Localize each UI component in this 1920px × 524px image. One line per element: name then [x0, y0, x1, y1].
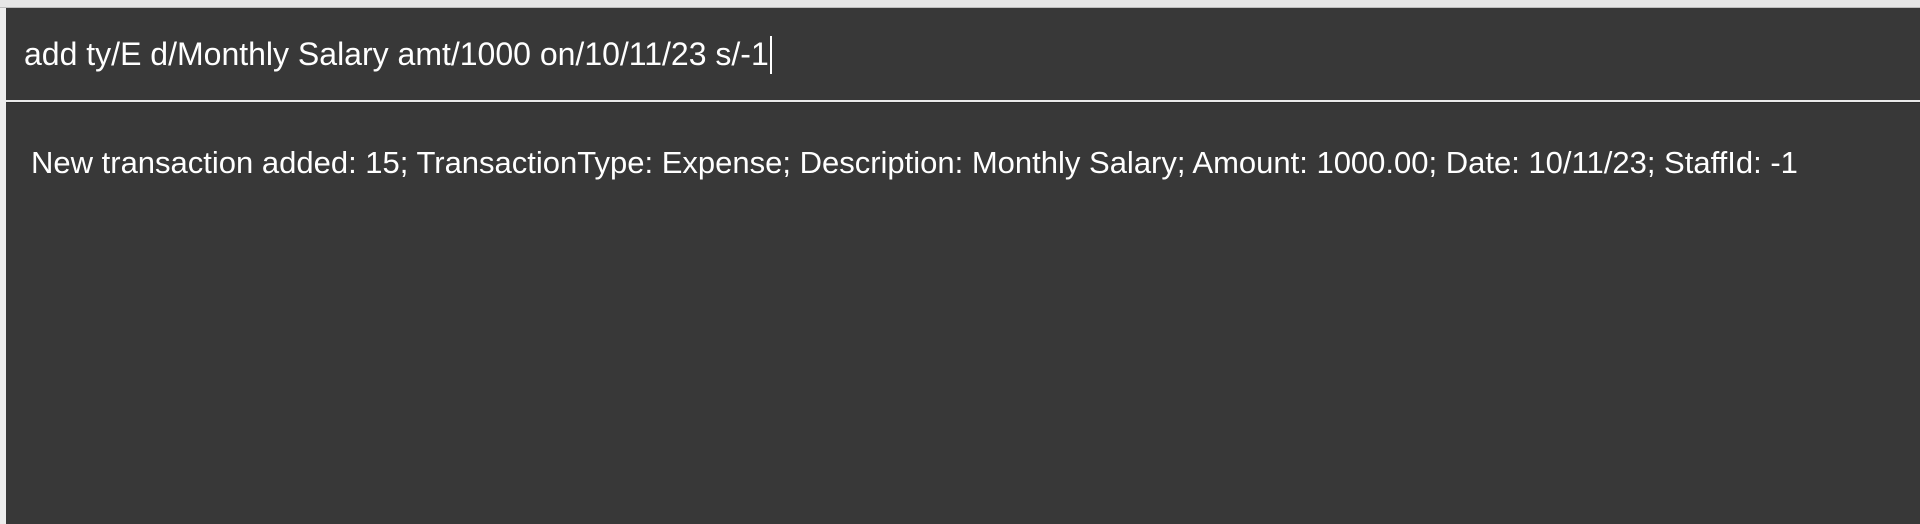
command-input[interactable]: add ty/E d/Monthly Salary amt/1000 on/10… [24, 8, 1904, 100]
text-caret [769, 35, 772, 74]
result-message: New transaction added: 15; TransactionTy… [31, 145, 1798, 180]
app-window: add ty/E d/Monthly Salary amt/1000 on/10… [0, 0, 1920, 524]
command-input-text: add ty/E d/Monthly Salary amt/1000 on/10… [24, 36, 769, 72]
window-top-edge [0, 0, 1920, 8]
command-box[interactable]: add ty/E d/Monthly Salary amt/1000 on/10… [6, 8, 1920, 102]
result-display[interactable]: New transaction added: 15; TransactionTy… [6, 102, 1920, 524]
